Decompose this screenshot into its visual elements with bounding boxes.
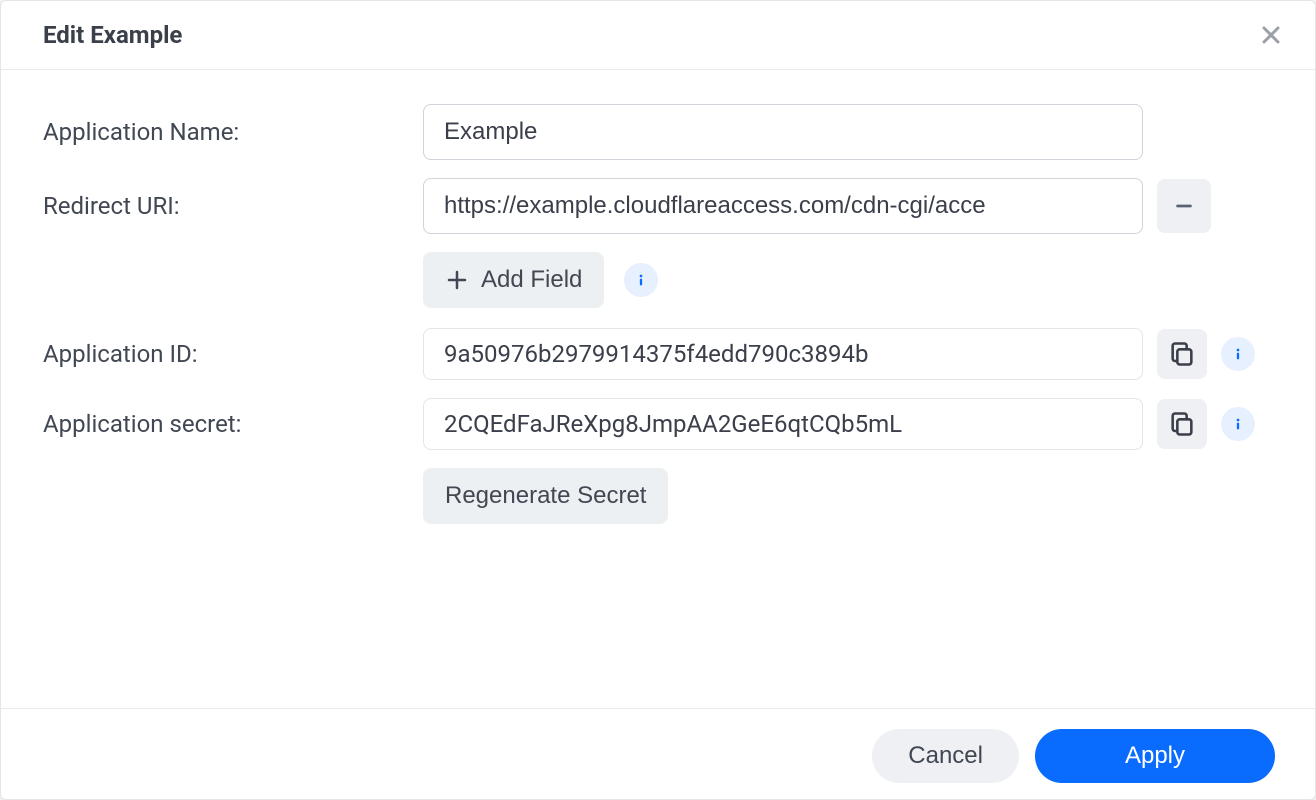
regenerate-secret-button[interactable]: Regenerate Secret — [423, 468, 668, 524]
add-field-button[interactable]: Add Field — [423, 252, 604, 308]
app-name-input[interactable] — [423, 104, 1143, 160]
regenerate-label: Regenerate Secret — [445, 482, 646, 510]
redirect-uri-input[interactable] — [423, 178, 1143, 234]
info-icon — [1230, 416, 1246, 432]
dialog-footer: Cancel Apply — [1, 708, 1315, 799]
info-add-field[interactable] — [624, 263, 658, 297]
close-icon — [1259, 23, 1283, 47]
edit-dialog: Edit Example Application Name: Redirect … — [0, 0, 1316, 800]
row-app-name: Application Name: — [43, 104, 1273, 160]
dialog-title: Edit Example — [43, 21, 182, 49]
input-wrap-app-secret: 2CQEdFaJReXpg8JmpAA2GeE6qtCQb5mL — [423, 398, 1273, 450]
row-app-secret: Application secret: 2CQEdFaJReXpg8JmpAA2… — [43, 398, 1273, 450]
info-app-id[interactable] — [1221, 337, 1255, 371]
info-icon — [1230, 346, 1246, 362]
add-field-label: Add Field — [481, 266, 582, 294]
row-regenerate: Regenerate Secret — [423, 468, 1273, 524]
copy-icon — [1168, 340, 1196, 368]
row-add-field: Add Field — [423, 252, 1273, 308]
close-button[interactable] — [1255, 19, 1287, 51]
remove-field-button[interactable] — [1157, 179, 1211, 233]
apply-button[interactable]: Apply — [1035, 729, 1275, 783]
label-app-name: Application Name: — [43, 118, 423, 146]
copy-icon — [1168, 410, 1196, 438]
app-id-value[interactable]: 9a50976b2979914375f4edd790c3894b — [423, 328, 1143, 380]
input-wrap-app-id: 9a50976b2979914375f4edd790c3894b — [423, 328, 1273, 380]
plus-icon — [445, 268, 469, 292]
info-icon — [633, 272, 649, 288]
input-wrap-redirect-uri — [423, 178, 1273, 234]
cancel-button[interactable]: Cancel — [872, 729, 1019, 783]
info-app-secret[interactable] — [1221, 407, 1255, 441]
dialog-header: Edit Example — [1, 1, 1315, 70]
copy-app-secret-button[interactable] — [1157, 399, 1207, 449]
apply-label: Apply — [1125, 742, 1185, 770]
copy-app-id-button[interactable] — [1157, 329, 1207, 379]
label-app-id: Application ID: — [43, 340, 423, 368]
cancel-label: Cancel — [908, 742, 983, 770]
row-app-id: Application ID: 9a50976b2979914375f4edd7… — [43, 328, 1273, 380]
label-app-secret: Application secret: — [43, 410, 423, 438]
dialog-body: Application Name: Redirect URI: — [1, 70, 1315, 708]
input-wrap-app-name — [423, 104, 1273, 160]
app-secret-value[interactable]: 2CQEdFaJReXpg8JmpAA2GeE6qtCQb5mL — [423, 398, 1143, 450]
row-redirect-uri: Redirect URI: — [43, 178, 1273, 234]
label-redirect-uri: Redirect URI: — [43, 192, 423, 220]
minus-icon — [1173, 195, 1195, 217]
